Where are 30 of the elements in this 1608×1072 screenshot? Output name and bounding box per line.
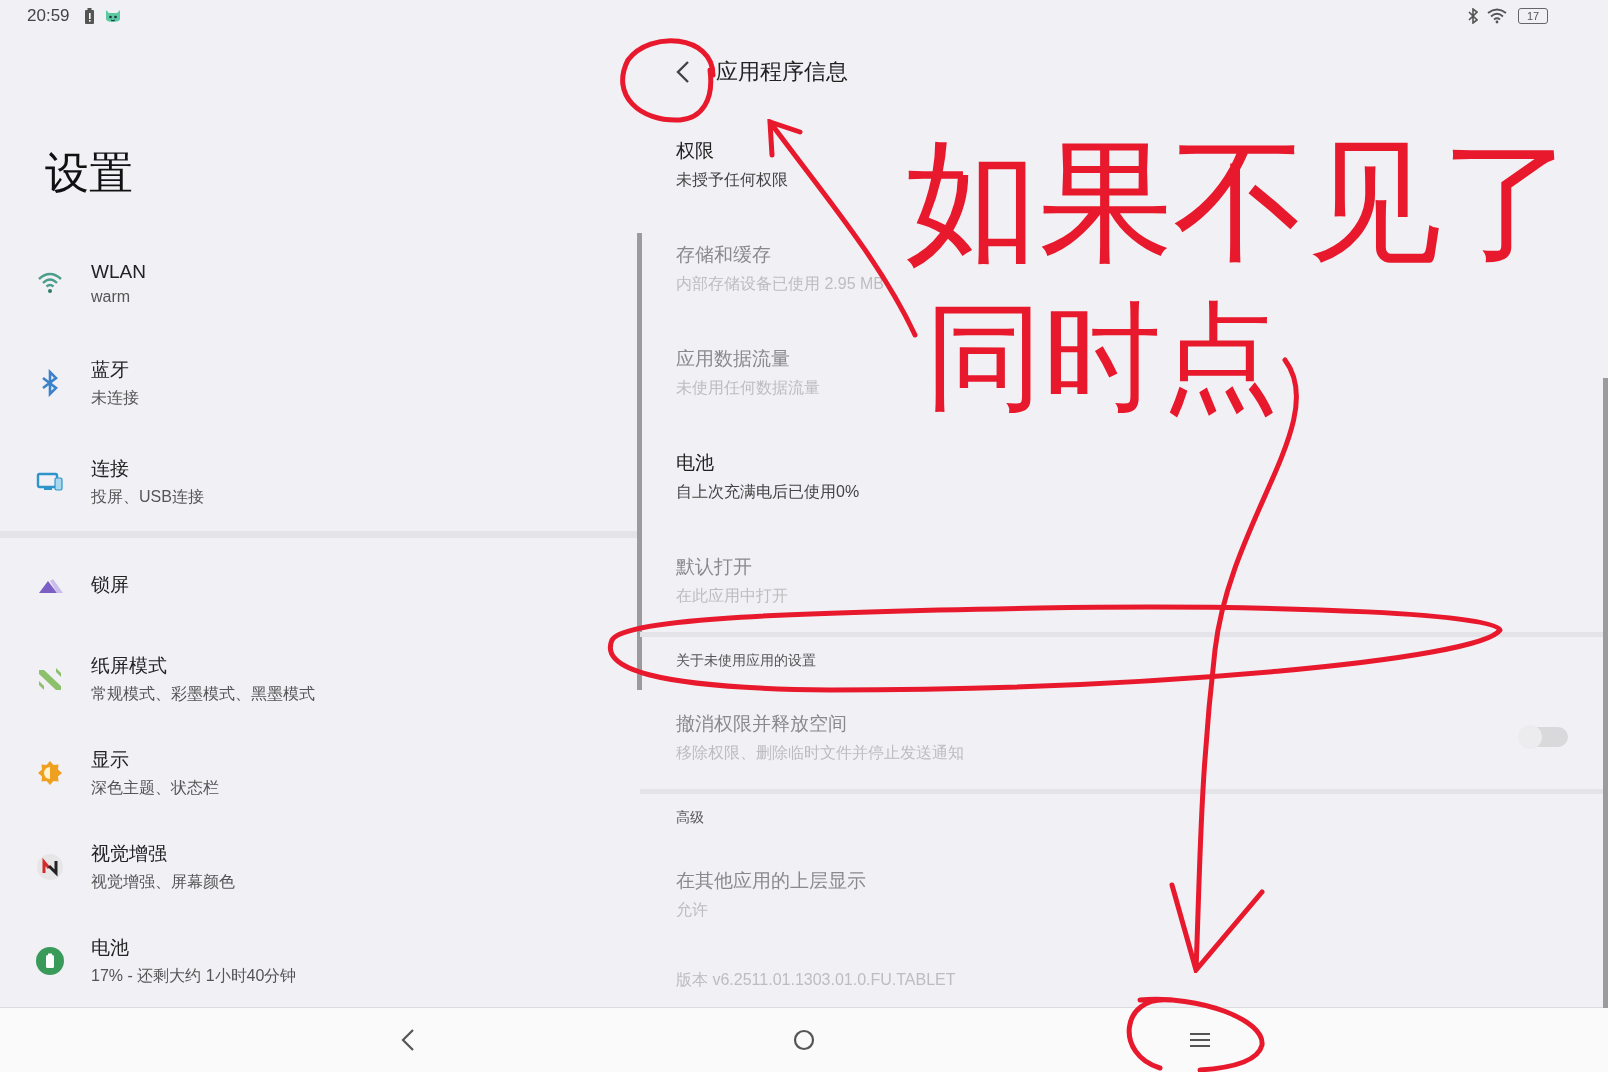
settings-item[interactable]: 电池 17% - 还剩大约 1小时40分钟 [0, 914, 626, 1008]
settings-item[interactable]: 蓝牙 未连接 [0, 333, 626, 432]
settings-item[interactable]: 电池 自上次充满电后已使用0% [676, 449, 860, 503]
back-icon [676, 60, 690, 84]
page-title: 设置 [44, 147, 134, 199]
cartoon-head-icon [103, 8, 122, 24]
page-title: 应用程序信息 [716, 58, 848, 86]
wifi-icon [1487, 8, 1507, 24]
battery-alert-icon [82, 7, 95, 25]
clock-time: 20:59 [27, 6, 70, 26]
handwritten-note: 同时点 [925, 298, 1279, 416]
brightness-icon [36, 759, 64, 787]
section-header: 关于未使用应用的设置 [676, 651, 816, 670]
stripes-icon [36, 665, 64, 693]
settings-item[interactable]: 显示 深色主题、状态栏 [0, 726, 626, 820]
circle-icon [793, 1029, 815, 1051]
menu-icon [1190, 1032, 1210, 1048]
settings-item[interactable]: 权限 未授予任何权限 [676, 137, 788, 191]
handwritten-note: 如果不见了 [905, 135, 1575, 269]
letter-n-icon [36, 853, 64, 881]
settings-item[interactable]: 纸屏模式 常规模式、彩墨模式、黑墨模式 [0, 632, 626, 726]
settings-item[interactable]: 视觉增强 视觉增强、屏幕颜色 [0, 820, 626, 914]
settings-item[interactable]: WLAN warm [0, 234, 626, 333]
battery-indicator: 17 [1518, 8, 1548, 24]
settings-item[interactable]: 连接 投屏、USB连接 [0, 432, 626, 531]
battery-icon [36, 947, 64, 975]
bluetooth-icon [1468, 8, 1478, 24]
back-icon [401, 1028, 415, 1052]
settings-item[interactable]: 锁屏 [0, 538, 626, 632]
section-header: 高级 [676, 808, 704, 827]
